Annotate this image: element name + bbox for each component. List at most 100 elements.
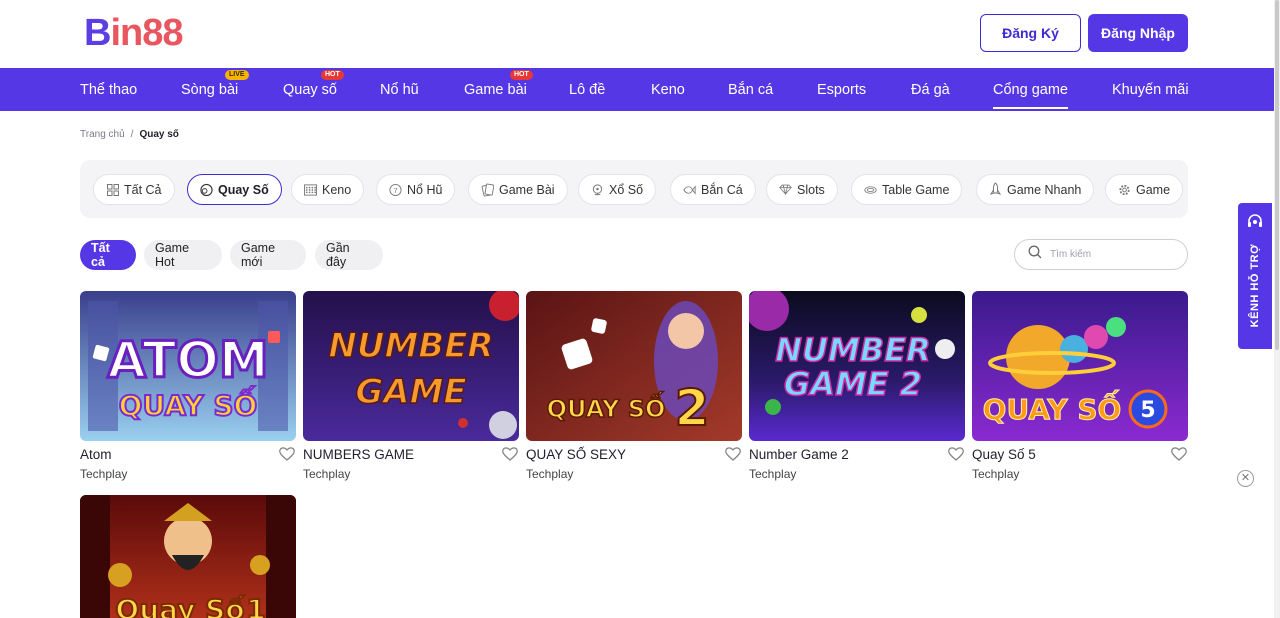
table-icon	[864, 183, 877, 196]
breadcrumb-separator: /	[130, 129, 134, 140]
category-all[interactable]: Tất Cả	[93, 174, 175, 205]
category-game[interactable]: Game	[1105, 174, 1184, 205]
art-subtitle: 5	[1140, 398, 1155, 423]
search-icon	[1028, 245, 1042, 264]
gear-icon	[1118, 183, 1131, 196]
category-label: Bắn Cá	[701, 182, 743, 197]
game-name[interactable]: Number Game 2	[749, 447, 965, 464]
game-name[interactable]: NUMBERS GAME	[303, 447, 519, 464]
art-subtitle: QUAY SỐ	[119, 384, 258, 422]
nav-item-quay-so[interactable]: Quay số HOT	[283, 68, 344, 111]
category-label: Tất Cả	[124, 182, 162, 197]
nav-label: Game bài	[464, 81, 527, 98]
logo-text: in88	[110, 11, 183, 54]
favorite-heart-icon[interactable]	[501, 445, 519, 463]
nav-item-game-bai[interactable]: Game bài HOT	[464, 68, 533, 111]
nav-item-song-bai[interactable]: Sòng bài LIVE	[181, 68, 249, 111]
nav-label: Keno	[651, 81, 685, 98]
category-label: Keno	[322, 182, 352, 197]
category-xo-so[interactable]: Xổ Số	[578, 174, 657, 205]
close-icon[interactable]: ✕	[1237, 470, 1254, 487]
art-title: NUMBER	[775, 331, 931, 369]
game-thumbnail[interactable]: NUMBER GAME	[303, 291, 519, 441]
grid-icon	[106, 183, 119, 196]
nav-label: Khuyến mãi	[1112, 81, 1189, 98]
category-label: Nổ Hũ	[407, 182, 443, 197]
category-label: Quay Số	[218, 182, 269, 197]
category-label: Slots	[797, 182, 825, 197]
nav-label: Đá gà	[911, 81, 950, 98]
game-thumbnail[interactable]: ATOM QUAY SỐ	[80, 291, 296, 441]
nav-label: Thể thao	[80, 81, 138, 98]
game-card-quay-so-1[interactable]: Quay Số 1	[80, 495, 296, 618]
art-title: ATOM	[107, 331, 268, 389]
game-thumbnail[interactable]: NUMBER GAME 2	[749, 291, 965, 441]
nav-item-khuyen-mai[interactable]: Khuyến mãi	[1112, 68, 1189, 111]
category-keno[interactable]: Keno	[291, 174, 365, 205]
category-bar: Tất Cả Quay Số Keno 7 Nổ Hũ Game Bài Xổ …	[80, 160, 1188, 218]
game-name[interactable]: QUAY SỐ SEXY	[526, 447, 742, 464]
nav-item-keno[interactable]: Keno	[651, 68, 685, 111]
nav-label: Quay số	[283, 81, 337, 98]
category-table-game[interactable]: Table Game	[851, 174, 963, 205]
game-provider: Techplay	[526, 467, 574, 481]
nav-item-da-ga[interactable]: Đá gà	[911, 68, 950, 111]
category-label: Table Game	[882, 182, 950, 197]
nav-item-ban-ca[interactable]: Bắn cá	[728, 68, 773, 111]
art-subtitle: GAME 2	[784, 365, 922, 403]
game-thumbnail[interactable]: Quay Số 1	[80, 495, 296, 618]
support-label: KÊNH HỖ TRỢ	[1249, 244, 1261, 328]
search-input[interactable]	[1050, 249, 1170, 260]
svg-text:7: 7	[393, 185, 397, 194]
nav-label: Bắn cá	[728, 81, 774, 98]
favorite-heart-icon[interactable]	[724, 445, 742, 463]
art-subtitle: GAME	[355, 372, 466, 412]
category-game-bai[interactable]: Game Bài	[468, 174, 568, 205]
filter-gan-day[interactable]: Gần đây	[315, 240, 383, 270]
art-title: QUAY SỐ	[983, 388, 1122, 426]
nav-item-cong-game[interactable]: Cổng game	[993, 68, 1068, 111]
nav-item-no-hu[interactable]: Nổ hũ	[380, 68, 419, 111]
category-game-nhanh[interactable]: Game Nhanh	[976, 174, 1095, 205]
hot-badge: HOT	[321, 70, 344, 80]
nav-item-the-thao[interactable]: Thể thao	[80, 68, 137, 111]
breadcrumb-home[interactable]: Trang chủ	[80, 129, 125, 140]
lottery-ball-icon	[200, 183, 213, 196]
category-no-hu[interactable]: 7 Nổ Hũ	[376, 174, 456, 205]
game-thumbnail[interactable]: QUAY SỐ 5	[972, 291, 1188, 441]
art-title: QUAY SỐ	[547, 390, 666, 423]
category-slots[interactable]: Slots	[766, 174, 838, 205]
filter-game-hot[interactable]: Game Hot	[144, 240, 222, 270]
scrollbar-thumb[interactable]	[1275, 0, 1279, 350]
cards-icon	[481, 183, 494, 197]
game-name[interactable]: Quay Số 5	[972, 447, 1188, 464]
category-label: Xổ Số	[609, 182, 644, 197]
game-thumbnail[interactable]: QUAY SỐ 2	[526, 291, 742, 441]
game-card-numbers-game[interactable]: NUMBER GAME NUMBERS GAME Techplay	[303, 291, 519, 481]
game-provider: Techplay	[972, 467, 1020, 481]
filter-game-moi[interactable]: Game mới	[230, 240, 306, 270]
support-channel-tab[interactable]: KÊNH HỖ TRỢ	[1238, 203, 1272, 349]
login-button[interactable]: Đăng Nhập	[1088, 14, 1188, 52]
diamond-icon	[779, 183, 792, 196]
bin88-logo[interactable]: Bin88	[84, 11, 184, 54]
filter-all[interactable]: Tất cả	[80, 240, 136, 270]
game-name[interactable]: Atom	[80, 447, 296, 464]
game-card-number-game-2[interactable]: NUMBER GAME 2 Number Game 2 Techplay	[749, 291, 965, 481]
nav-item-lo-de[interactable]: Lô đề	[569, 68, 605, 111]
game-card-quay-so-sexy[interactable]: QUAY SỐ 2 QUAY SỐ SEXY Techplay	[526, 291, 742, 481]
art-subtitle: 2	[675, 379, 710, 437]
favorite-heart-icon[interactable]	[1170, 445, 1188, 463]
favorite-heart-icon[interactable]	[947, 445, 965, 463]
category-quay-so[interactable]: Quay Số	[187, 174, 282, 205]
nav-item-esports[interactable]: Esports	[817, 68, 866, 111]
site-header: Bin88 Đăng Ký Đăng Nhập	[0, 0, 1274, 68]
favorite-heart-icon[interactable]	[278, 445, 296, 463]
lottery-wheel-icon	[591, 183, 604, 196]
nav-label: Lô đề	[569, 81, 606, 98]
game-card-atom[interactable]: ATOM QUAY SỐ Atom Techplay	[80, 291, 296, 481]
category-ban-ca[interactable]: Bắn Cá	[670, 174, 756, 205]
page-scrollbar[interactable]	[1274, 0, 1280, 618]
game-card-quay-so-5[interactable]: QUAY SỐ 5 Quay Số 5 Techplay	[972, 291, 1188, 481]
register-button[interactable]: Đăng Ký	[980, 14, 1081, 52]
